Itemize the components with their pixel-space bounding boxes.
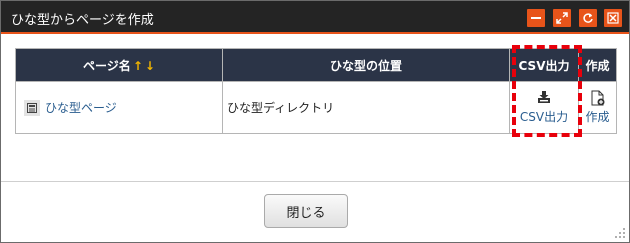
- dialog-title: ひな型からページを作成: [11, 13, 154, 28]
- resize-grip-icon[interactable]: [614, 227, 626, 239]
- page-name-header-label: ページ名: [83, 58, 131, 73]
- refresh-button[interactable]: [579, 9, 597, 27]
- minimize-button[interactable]: [527, 9, 545, 27]
- table-header-row: ページ名 ↑ ↓ ひな型の位置 CSV出力 作成: [15, 48, 617, 82]
- csv-export-button[interactable]: CSV出力: [510, 90, 578, 125]
- dialog-titlebar: ひな型からページを作成: [1, 1, 629, 34]
- page-icon: [24, 100, 40, 117]
- table-row: ひな型ページ ひな型ディレクトリ CSV出力 作成: [15, 81, 617, 134]
- template-table-container: ページ名 ↑ ↓ ひな型の位置 CSV出力 作成 ひな型ページ ひな型ディレクトリ: [15, 48, 617, 134]
- csv-cell: CSV出力: [509, 81, 579, 134]
- close-icon: [607, 12, 619, 24]
- create-cell: 作成: [578, 81, 617, 134]
- column-header-csv: CSV出力: [509, 48, 579, 82]
- template-dialog: ひな型からページを作成 ページ名 ↑ ↓ ひな型の位置 CSV出力 作成 ひな型…: [0, 0, 630, 243]
- page-name-link[interactable]: ひな型ページ: [45, 101, 117, 115]
- csv-export-label[interactable]: CSV出力: [520, 108, 568, 125]
- maximize-icon: [556, 12, 568, 24]
- sort-ascending-icon[interactable]: ↑: [133, 59, 143, 73]
- maximize-button[interactable]: [553, 9, 571, 27]
- refresh-icon: [583, 13, 593, 23]
- column-header-location: ひな型の位置: [222, 48, 510, 82]
- close-dialog-button[interactable]: 閉じる: [264, 194, 348, 228]
- column-header-page-name[interactable]: ページ名 ↑ ↓: [15, 48, 223, 82]
- create-page-button[interactable]: 作成: [579, 90, 616, 125]
- create-page-label[interactable]: 作成: [585, 108, 609, 125]
- minimize-icon: [531, 17, 541, 19]
- page-name-cell: ひな型ページ: [15, 81, 223, 134]
- download-icon: [538, 91, 550, 103]
- column-header-create: 作成: [578, 48, 617, 82]
- footer-divider: [1, 181, 629, 182]
- template-table: ページ名 ↑ ↓ ひな型の位置 CSV出力 作成 ひな型ページ ひな型ディレクトリ: [15, 48, 617, 134]
- new-page-icon: [591, 90, 604, 106]
- location-cell: ひな型ディレクトリ: [222, 81, 510, 134]
- sort-descending-icon[interactable]: ↓: [145, 59, 155, 73]
- close-button[interactable]: [604, 9, 622, 27]
